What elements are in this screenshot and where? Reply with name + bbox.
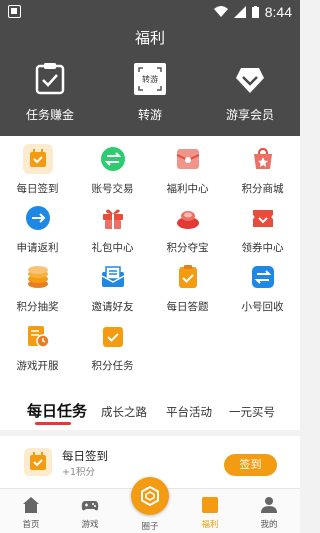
task-clipboard-icon bbox=[35, 63, 65, 95]
vip-member-button[interactable]: 游享会员 bbox=[200, 62, 300, 123]
active-tab-indicator bbox=[35, 422, 71, 425]
nav-label: 首页 bbox=[22, 520, 40, 530]
coupon-icon bbox=[248, 203, 278, 233]
daily-checkin-icon bbox=[24, 448, 52, 476]
clock-time: 8:44 bbox=[264, 4, 292, 20]
grid-label: 每日签到 bbox=[16, 183, 59, 195]
daily-quiz-icon bbox=[173, 262, 203, 292]
gift-icon bbox=[98, 203, 128, 233]
points-task-icon bbox=[98, 321, 128, 351]
grid-item-welfare-center[interactable]: 福利中心 bbox=[150, 144, 225, 203]
task-title: 每日签到 bbox=[62, 449, 108, 463]
invite-mail-icon bbox=[98, 262, 128, 292]
grid-label: 礼包中心 bbox=[91, 242, 134, 254]
nav-welfare[interactable]: 福利 bbox=[185, 489, 235, 533]
server-open-icon bbox=[23, 321, 53, 351]
notification-icon bbox=[8, 5, 21, 18]
points-mall-icon bbox=[248, 144, 278, 174]
grid-label: 邀请好友 bbox=[91, 301, 134, 313]
grid-label: 游戏开服 bbox=[16, 360, 59, 372]
checkin-button[interactable]: 签到 bbox=[224, 454, 277, 476]
grid-item-alt-account-recycle[interactable]: 小号回收 bbox=[225, 262, 300, 321]
grid-label: 积分任务 bbox=[91, 360, 134, 372]
circle-hex-icon bbox=[141, 486, 159, 506]
profile-icon bbox=[261, 497, 277, 513]
wifi-icon bbox=[213, 6, 228, 17]
grid-label: 申请返利 bbox=[16, 242, 59, 254]
daily-checkin-icon bbox=[22, 144, 53, 174]
battery-icon bbox=[251, 6, 259, 18]
grid-item-points-lottery[interactable]: 积分抽奖 bbox=[0, 262, 75, 321]
task-earn-label: 任务赚金 bbox=[25, 108, 74, 122]
treasure-icon bbox=[173, 203, 203, 233]
grid-label: 福利中心 bbox=[166, 183, 209, 195]
transfer-game-label: 转游 bbox=[137, 108, 162, 122]
grid-item-points-treasure[interactable]: 积分夺宝 bbox=[150, 203, 225, 262]
header: 8:44 福利 任务赚金 转游 转游 游享会员 bbox=[0, 0, 300, 136]
nav-label: 福利 bbox=[201, 520, 219, 530]
feature-grid-card: 每日签到 账号交易 福利中心 积分商城 申请返利 礼包中心 积分夺宝 领券中心 … bbox=[0, 136, 300, 380]
signal-icon bbox=[233, 6, 246, 18]
page-title: 福利 bbox=[134, 29, 165, 47]
vip-member-label: 游享会员 bbox=[225, 108, 274, 122]
nav-circle-button[interactable] bbox=[131, 477, 169, 515]
task-earn-button[interactable]: 任务赚金 bbox=[0, 62, 100, 123]
transfer-badge-text: 转游 bbox=[142, 74, 158, 84]
grid-label: 领券中心 bbox=[241, 242, 284, 254]
grid-item-points-task[interactable]: 积分任务 bbox=[75, 321, 150, 380]
grid-label: 积分夺宝 bbox=[166, 242, 209, 254]
tab-growth-path[interactable]: 成长之路 bbox=[101, 404, 147, 420]
feature-grid: 每日签到 账号交易 福利中心 积分商城 申请返利 礼包中心 积分夺宝 领券中心 … bbox=[0, 144, 300, 380]
grid-item-server-open[interactable]: 游戏开服 bbox=[0, 321, 75, 380]
tab-platform-events[interactable]: 平台活动 bbox=[166, 404, 212, 420]
nav-circle-label: 圈子 bbox=[141, 522, 159, 532]
nav-label: 游戏 bbox=[81, 520, 99, 530]
grid-item-apply-rebate[interactable]: 申请返利 bbox=[0, 203, 75, 262]
tab-daily-tasks[interactable]: 每日任务 bbox=[27, 400, 87, 421]
nav-profile[interactable]: 我的 bbox=[244, 489, 294, 533]
grid-label: 每日答题 bbox=[166, 301, 209, 313]
gamepad-icon bbox=[81, 501, 99, 511]
grid-item-account-trade[interactable]: 账号交易 bbox=[75, 144, 150, 203]
grid-item-daily-quiz[interactable]: 每日答题 bbox=[150, 262, 225, 321]
status-bar: 8:44 bbox=[0, 0, 300, 24]
grid-label: 小号回收 bbox=[241, 301, 284, 313]
recycle-icon bbox=[248, 262, 278, 292]
welfare-envelope-icon bbox=[173, 144, 203, 174]
nav-games[interactable]: 游戏 bbox=[65, 489, 115, 533]
grid-label: 积分商城 bbox=[241, 183, 284, 195]
account-trade-icon bbox=[98, 144, 128, 174]
status-icons: 8:44 bbox=[213, 4, 292, 20]
tab-one-yuan-account[interactable]: 一元买号 bbox=[229, 404, 275, 420]
transfer-game-icon: 转游 bbox=[134, 63, 166, 95]
task-reward: +1积分 bbox=[62, 467, 96, 478]
grid-item-gift-center[interactable]: 礼包中心 bbox=[75, 203, 150, 262]
grid-label: 账号交易 bbox=[91, 183, 134, 195]
task-tabs: 每日任务 成长之路 平台活动 一元买号 bbox=[0, 380, 300, 430]
grid-item-daily-checkin[interactable]: 每日签到 bbox=[0, 144, 75, 203]
vip-diamond-icon bbox=[236, 68, 264, 93]
nav-home[interactable]: 首页 bbox=[6, 489, 56, 533]
grid-item-points-mall[interactable]: 积分商城 bbox=[225, 144, 300, 203]
grid-item-invite-friends[interactable]: 邀请好友 bbox=[75, 262, 150, 321]
rebate-icon bbox=[23, 203, 53, 233]
nav-label: 我的 bbox=[260, 520, 278, 530]
lottery-coins-icon bbox=[23, 262, 53, 292]
home-icon bbox=[23, 497, 39, 513]
top-actions: 任务赚金 转游 转游 游享会员 bbox=[0, 62, 300, 123]
grid-item-coupon-center[interactable]: 领券中心 bbox=[225, 203, 300, 262]
transfer-game-button[interactable]: 转游 转游 bbox=[100, 62, 200, 123]
grid-label: 积分抽奖 bbox=[16, 301, 59, 313]
welfare-box-icon bbox=[202, 497, 218, 513]
